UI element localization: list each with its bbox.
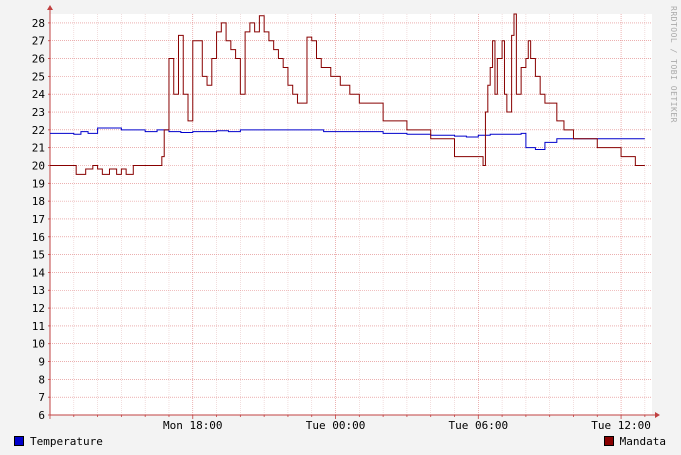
rrdtool-watermark: RRDTOOL / TOBI OETIKER	[669, 6, 678, 123]
mandata-swatch-icon	[603, 436, 614, 446]
legend-temperature: Temperature	[14, 434, 103, 448]
y-tick-label: 14	[32, 266, 46, 279]
y-tick-label: 6	[38, 409, 45, 422]
y-tick-label: 23	[32, 106, 45, 119]
chart-container: 6 7 8 9 10 11 12 13 14 15 16 17 18 19 20 21 22 23 24 25 26 27…	[0, 0, 681, 455]
y-tick-label: 28	[32, 17, 45, 30]
y-tick-label: 13	[32, 284, 45, 297]
x-tick-label: Mon 18:00	[163, 419, 223, 432]
y-tick-label: 25	[32, 70, 45, 83]
y-tick-label: 20	[32, 159, 45, 172]
legend-mandata: Mandata	[603, 434, 666, 448]
y-tick-label: 22	[32, 124, 45, 137]
y-tick-label: 21	[32, 142, 45, 155]
y-tick-label: 19	[32, 177, 45, 190]
y-tick-label: 26	[32, 53, 45, 66]
chart-svg: 6 7 8 9 10 11 12 13 14 15 16 17 18 19 20 21 22 23 24 25 26 27…	[32, 5, 660, 432]
x-tick-label: Tue 12:00	[591, 419, 651, 432]
y-axis-arrow-icon	[47, 5, 53, 10]
x-tick-label: Tue 06:00	[448, 419, 508, 432]
y-tick-label: 10	[32, 338, 45, 351]
plot-area	[50, 14, 652, 415]
temperature-swatch-icon	[14, 436, 24, 446]
x-axis-arrow-icon	[655, 412, 660, 418]
y-tick-label: 17	[32, 213, 45, 226]
legend-mandata-label: Mandata	[619, 434, 666, 448]
y-tick-label: 18	[32, 195, 45, 208]
x-tick-label: Tue 00:00	[306, 419, 366, 432]
y-tick-label: 12	[32, 302, 45, 315]
y-tick-label: 9	[38, 356, 45, 369]
y-tick-label: 8	[38, 373, 45, 386]
y-tick-label: 27	[32, 35, 45, 48]
y-tick-label: 15	[32, 249, 45, 262]
y-tick-label: 16	[32, 231, 45, 244]
legend-temperature-label: Temperature	[30, 434, 103, 448]
y-tick-label: 7	[38, 391, 45, 404]
y-tick-label: 24	[32, 88, 46, 101]
y-tick-label: 11	[32, 320, 45, 333]
